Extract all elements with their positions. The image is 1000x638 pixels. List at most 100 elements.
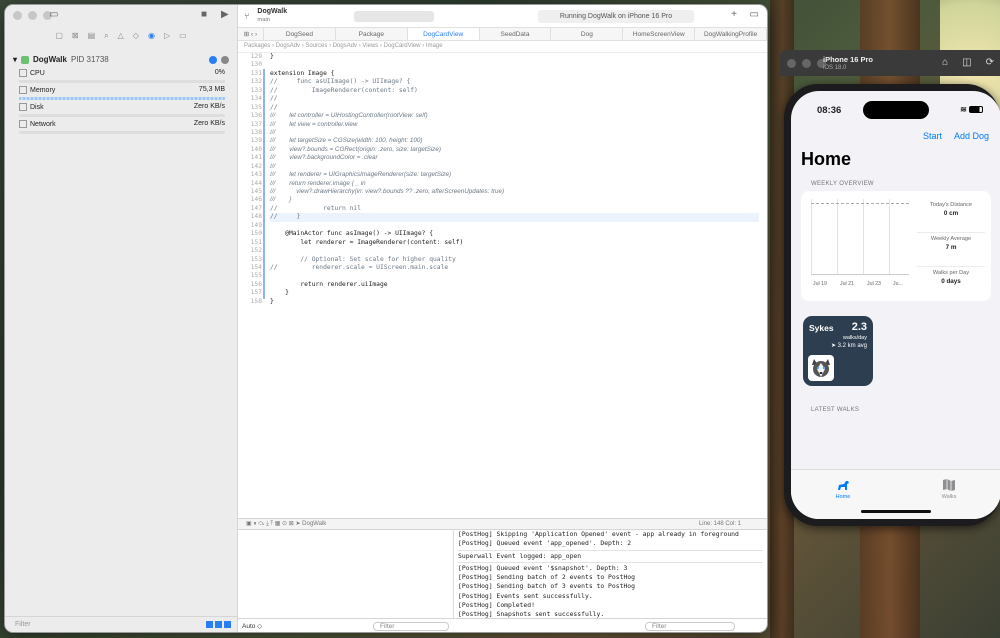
debug-navigator-icon[interactable]: ◉ xyxy=(148,31,155,47)
disclosure-icon[interactable]: ▾ xyxy=(13,55,17,64)
code-line[interactable]: /// view?.drawHierarchy(in: view?.bounds… xyxy=(270,188,759,196)
code-line[interactable]: } xyxy=(270,289,759,297)
code-line[interactable]: // ImageRenderer(content: self) xyxy=(270,87,759,95)
code-line[interactable]: // xyxy=(270,104,759,112)
editor-tab[interactable]: HomeScreenView xyxy=(623,28,696,40)
report-icon[interactable]: ▭ xyxy=(179,31,187,47)
process-row[interactable]: ▾ DogWalk PID 31738 xyxy=(5,53,237,66)
add-dog-button[interactable]: Add Dog xyxy=(954,131,989,141)
gauge-network[interactable]: Network Zero KB/s xyxy=(5,117,237,134)
line-number[interactable]: 140 xyxy=(238,146,262,154)
code-line[interactable]: } xyxy=(270,298,759,306)
console-output[interactable]: [PostHog] Skipping 'Application Opened' … xyxy=(454,530,767,618)
editor-tab[interactable]: Package xyxy=(336,28,408,40)
line-number[interactable]: 157 xyxy=(238,289,262,297)
code-line[interactable] xyxy=(270,61,759,69)
source-control-icon[interactable]: ⊠ xyxy=(72,31,79,47)
scheme-title[interactable]: DogWalk main xyxy=(257,8,287,24)
code-line[interactable]: // return nil xyxy=(270,205,759,213)
tab-overview-icon[interactable]: ⊞ ‹ › xyxy=(238,28,264,40)
start-button[interactable]: Start xyxy=(923,131,942,141)
line-number[interactable]: 143 xyxy=(238,171,262,179)
code-line[interactable]: /// let targetSize = CGSize(width: 100, … xyxy=(270,137,759,145)
sidebar-toggle-icon[interactable]: ▭ xyxy=(49,9,58,20)
console-filter-input[interactable]: Filter xyxy=(645,622,735,631)
add-icon[interactable]: + xyxy=(731,9,737,20)
stop-icon[interactable]: ■ xyxy=(201,9,207,20)
line-number[interactable]: 156 xyxy=(238,281,262,289)
code-line[interactable] xyxy=(270,247,759,255)
line-number[interactable]: 151 xyxy=(238,239,262,247)
test-icon[interactable]: ◇ xyxy=(133,31,139,47)
line-number[interactable]: 137 xyxy=(238,121,262,129)
code-line[interactable]: @MainActor func asImage() -> UIImage? { xyxy=(270,230,759,238)
editor-tab[interactable]: SeedData xyxy=(480,28,552,40)
line-number[interactable]: 149 xyxy=(238,222,262,230)
code-line[interactable] xyxy=(270,222,759,230)
rotate-icon[interactable]: ⟳ xyxy=(986,57,994,68)
code-line[interactable]: /// return renderer.image { _ in xyxy=(270,180,759,188)
symbol-icon[interactable]: ▤ xyxy=(88,31,96,47)
find-icon[interactable]: ⌕ xyxy=(104,31,108,47)
gauge-memory[interactable]: Memory 75,3 MB xyxy=(5,83,237,100)
line-number[interactable]: 131 xyxy=(238,70,262,78)
code-line[interactable]: /// let renderer = UIGraphicsImageRender… xyxy=(270,171,759,179)
line-number[interactable]: 133 xyxy=(238,87,262,95)
editor-tab[interactable]: Dog xyxy=(551,28,624,40)
code-line[interactable]: extension Image { xyxy=(270,70,759,78)
code-line[interactable]: let renderer = ImageRenderer(content: se… xyxy=(270,239,759,247)
line-number[interactable]: 129 xyxy=(238,53,262,61)
line-number[interactable]: 134 xyxy=(238,95,262,103)
line-number[interactable]: 130 xyxy=(238,61,262,69)
code-line[interactable]: return renderer.uiImage xyxy=(270,281,759,289)
line-number[interactable]: 147 xyxy=(238,205,262,213)
folder-icon[interactable]: ▢ xyxy=(55,31,63,47)
tab-home[interactable]: Home xyxy=(813,478,873,500)
gear-icon[interactable] xyxy=(221,55,229,64)
minimize-window-button[interactable] xyxy=(28,11,37,20)
line-number[interactable]: 135 xyxy=(238,104,262,112)
code-line[interactable]: /// } xyxy=(270,196,759,204)
line-number[interactable]: 145 xyxy=(238,188,262,196)
run-icon[interactable]: ▶ xyxy=(221,9,229,20)
code-line[interactable]: // } xyxy=(270,213,759,222)
inspector-toggle-icon[interactable]: ▭ xyxy=(750,9,759,20)
code-line[interactable]: /// xyxy=(270,163,759,171)
auto-selector[interactable]: Auto ◇ xyxy=(242,622,262,630)
issue-icon[interactable]: △ xyxy=(118,31,124,47)
code-line[interactable]: /// let controller = UIHostingController… xyxy=(270,112,759,120)
line-number[interactable]: 155 xyxy=(238,272,262,280)
editor-tab[interactable]: DogWalkingProfile xyxy=(695,28,767,40)
code-line[interactable]: /// let view = controller.view xyxy=(270,121,759,129)
filter-tag-icon[interactable] xyxy=(224,621,231,628)
line-number[interactable]: 139 xyxy=(238,137,262,145)
filter-tag-icon[interactable] xyxy=(206,621,213,628)
variables-filter-input[interactable]: Filter xyxy=(373,622,449,631)
filter-tag-icon[interactable] xyxy=(215,621,222,628)
minimize-window-button[interactable] xyxy=(802,59,811,68)
line-number[interactable]: 153 xyxy=(238,256,262,264)
editor-tab[interactable]: DogSeed xyxy=(264,28,336,40)
code-line[interactable]: // xyxy=(270,95,759,103)
code-line[interactable]: // renderer.scale = UIScreen.main.scale xyxy=(270,264,759,272)
code-line[interactable]: /// xyxy=(270,129,759,137)
source-editor[interactable]: 129 130 131 132 133 134 135 136 137 138 139 140 141 1… xyxy=(238,53,767,518)
gauge-cpu[interactable]: CPU 0% xyxy=(5,66,237,83)
line-number[interactable]: 141 xyxy=(238,154,262,162)
line-number[interactable]: 150 xyxy=(238,230,262,238)
debug-controls[interactable]: ▣ ⏸ ⤼ ⤓ ⤒ ▦ ⊙ ⊠ ➤ xyxy=(246,521,302,527)
home-icon[interactable]: ⌂ xyxy=(942,57,948,68)
filter-input[interactable]: Filter xyxy=(15,621,31,628)
navigator-filter[interactable]: Filter xyxy=(5,616,237,632)
scheme-selector[interactable] xyxy=(354,11,434,22)
code-line[interactable] xyxy=(270,272,759,280)
code-line[interactable]: } xyxy=(270,53,759,61)
close-window-button[interactable] xyxy=(787,59,796,68)
line-number[interactable]: 158 xyxy=(238,298,262,306)
line-number[interactable]: 152 xyxy=(238,247,262,255)
code-line[interactable]: // Optional: Set scale for higher qualit… xyxy=(270,256,759,264)
line-number[interactable]: 148 xyxy=(238,213,262,221)
line-number[interactable]: 138 xyxy=(238,129,262,137)
code-line[interactable]: // func asUIImage() -> UIImage? { xyxy=(270,78,759,86)
line-number[interactable]: 132 xyxy=(238,78,262,86)
